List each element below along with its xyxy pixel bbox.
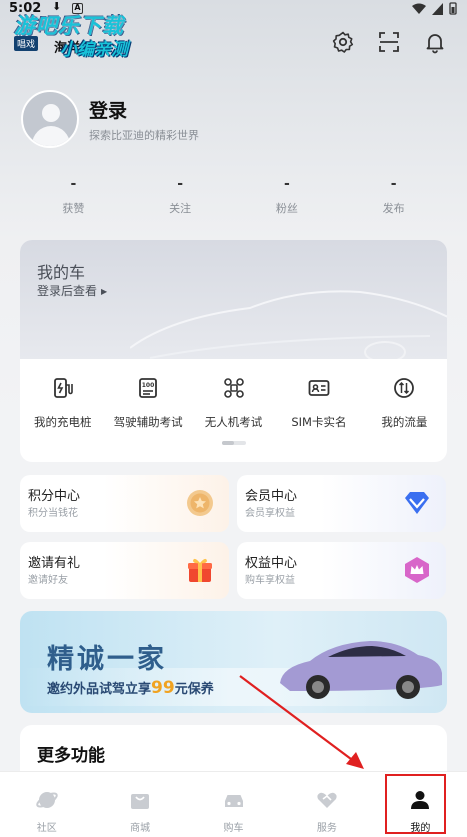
stat-posts[interactable]: - 发布 [340,176,447,216]
invite-reward-tile[interactable]: 邀请有礼 邀请好友 [20,542,229,599]
id-card-icon [308,380,330,396]
promo-offer: 邀约外品试驾立享99元保养 [47,678,214,698]
data-flow-icon [394,378,415,398]
annotation-highlight-box [385,774,446,834]
bell-icon[interactable] [423,30,447,54]
my-car-banner[interactable]: 我的车 登录后查看 ▶ [20,240,447,359]
stat-likes[interactable]: - 获赞 [20,176,127,216]
page-indicator [222,441,246,445]
watermark-chip: 唱戏 [14,36,39,51]
tab-mall[interactable]: 商城 [93,772,186,837]
car-silhouette-illustration [130,290,447,359]
benefits-center-tile[interactable]: 权益中心 购车享权益 [237,542,446,599]
signal-icon [432,2,443,15]
watermark-line2: 小编亲测 [60,40,128,60]
profile-header[interactable]: 登录 探索比亚迪的精彩世界 [21,90,199,148]
crown-badge-icon [405,557,429,583]
quick-links: 我的充电桩 100 驾驶辅助考试 无人机考试 SIM卡实名 我的流量 [20,376,447,430]
promo-banner[interactable]: 精诚一家 邀约外品试驾立享99元保养 [20,611,447,713]
member-center-tile[interactable]: 会员中心 会员享权益 [237,475,446,532]
scan-icon[interactable] [377,30,401,54]
stat-fans[interactable]: - 粉丝 [234,176,341,216]
battery-icon [449,2,457,15]
quick-link-charging-pile[interactable]: 我的充电桩 [20,376,105,430]
car-photo-illustration [280,641,442,699]
watermark: 游吧乐下载 海洋 唱戏 小编亲测 [14,10,128,60]
diamond-icon [405,492,429,514]
gift-box-icon [188,558,212,582]
wifi-icon [412,3,426,14]
status-right-icons [412,2,457,15]
quick-link-sim-verification[interactable]: SIM卡实名 [276,376,361,430]
points-coin-icon [187,490,213,516]
tab-buy-car[interactable]: 购车 [187,772,280,837]
quick-link-driving-assist-exam[interactable]: 100 驾驶辅助考试 [105,376,190,430]
my-car-card: 我的车 登录后查看 ▶ 我的充电桩 100 驾驶辅助考试 无人机考试 SIM卡实名… [20,240,447,462]
profile-subtitle: 探索比亚迪的精彩世界 [89,128,199,142]
my-car-title: 我的车 [37,263,86,282]
caret-right-icon: ▶ [101,287,108,296]
profile-stats: - 获赞 - 关注 - 粉丝 - 发布 [20,176,447,216]
header-actions [331,30,447,54]
stat-following[interactable]: - 关注 [127,176,234,216]
tab-community[interactable]: 社区 [0,772,93,837]
svg-text:100: 100 [142,382,155,389]
more-features-title: 更多功能 [37,746,105,766]
gear-icon[interactable] [331,30,355,54]
login-link[interactable]: 登录 [89,96,199,123]
car-icon [224,795,243,807]
shopping-bag-icon [131,794,150,809]
view-after-login-link[interactable]: 登录后查看 ▶ [37,282,107,299]
drone-icon [223,378,244,398]
promo-headline: 精诚一家 [47,644,167,675]
quick-link-drone-exam[interactable]: 无人机考试 [191,376,276,430]
exam-document-icon: 100 [139,378,158,398]
planet-icon [35,792,58,808]
avatar[interactable] [21,90,79,148]
quick-link-data-usage[interactable]: 我的流量 [362,376,447,430]
points-center-tile[interactable]: 积分中心 积分当钱花 [20,475,229,532]
charging-pile-icon [53,378,73,398]
handshake-icon [317,792,337,808]
tab-service[interactable]: 服务 [280,772,373,837]
